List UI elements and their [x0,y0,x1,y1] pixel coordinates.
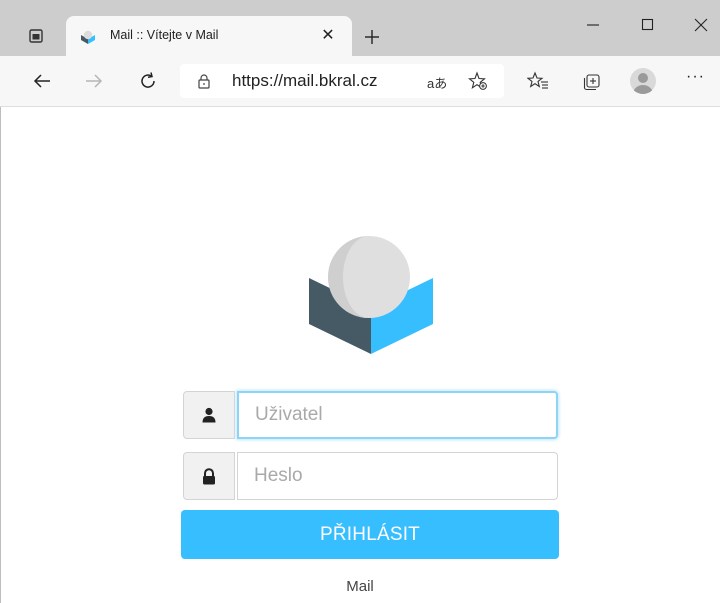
site-lock-icon[interactable] [196,73,212,89]
url-text: https://mail.bkral.cz [232,71,378,90]
tab-title: Mail :: Vítejte v Mail [110,28,219,42]
browser-tab-bar: Mail :: Vítejte v Mail ✕ [0,0,720,56]
roundcube-favicon-icon [81,30,95,44]
tab-actions-icon[interactable] [22,22,50,50]
password-addon [183,452,235,500]
new-tab-icon[interactable] [358,23,386,51]
tab-close-icon[interactable]: ✕ [317,25,339,47]
maximize-icon[interactable] [635,12,661,38]
browser-toolbar: https://mail.bkral.cz aあ ··· [0,56,720,107]
roundcube-logo [309,236,433,354]
page-left-border [0,107,11,603]
lock-icon [203,467,215,484]
username-field [183,391,558,439]
close-window-icon[interactable] [688,12,714,38]
settings-more-icon[interactable]: ··· [686,68,705,86]
collections-icon[interactable] [578,67,606,95]
password-field [183,452,558,500]
user-icon [202,407,216,423]
minimize-icon[interactable] [580,12,606,38]
refresh-icon[interactable] [134,67,162,95]
favorites-icon[interactable] [524,67,552,95]
forward-icon[interactable] [80,67,108,95]
browser-tab[interactable]: Mail :: Vítejte v Mail ✕ [66,16,352,56]
back-icon[interactable] [28,67,56,95]
password-input[interactable] [237,452,558,500]
username-addon [183,391,235,439]
read-aloud-icon[interactable]: aあ [427,73,447,92]
username-input[interactable] [237,391,558,439]
add-favorite-icon[interactable] [468,71,488,91]
profile-avatar[interactable] [630,68,656,94]
address-bar[interactable]: https://mail.bkral.cz aあ [180,64,504,98]
footer-text: Mail [346,578,374,595]
login-button[interactable]: PŘIHLÁSIT [181,510,559,559]
